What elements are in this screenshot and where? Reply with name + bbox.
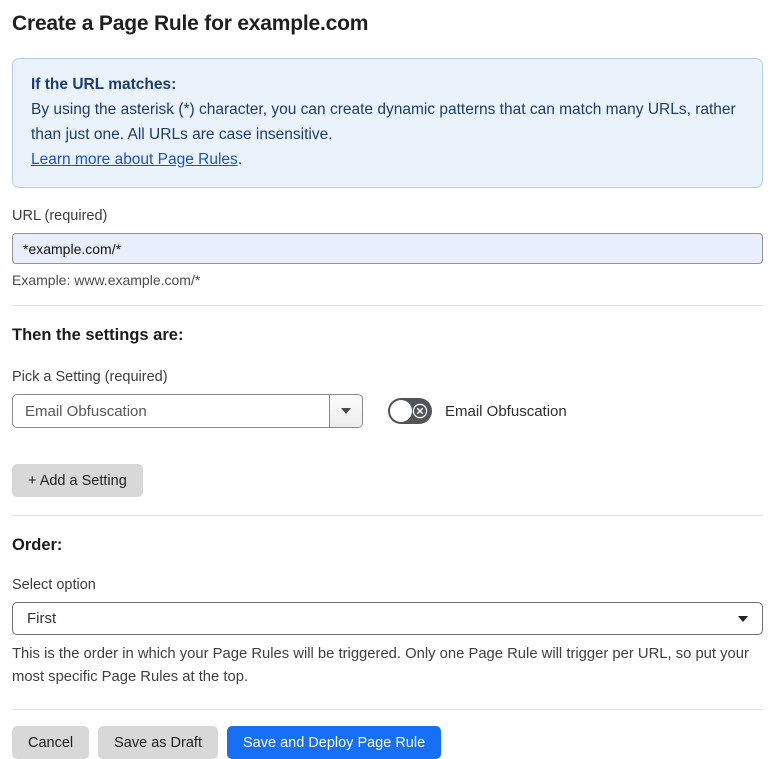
settings-section-heading: Then the settings are:: [12, 326, 184, 344]
link-period: .: [237, 151, 243, 168]
setting-dropdown-value: Email Obfuscation: [25, 402, 147, 420]
order-select[interactable]: First: [12, 602, 763, 635]
chevron-down-icon: [738, 615, 748, 622]
url-input[interactable]: [12, 233, 763, 264]
info-box-heading: If the URL matches:: [31, 76, 177, 93]
toggle-label: Email Obfuscation: [445, 402, 567, 420]
setting-dropdown-arrow-button[interactable]: [329, 395, 362, 427]
divider: [12, 305, 763, 306]
email-obfuscation-toggle[interactable]: [388, 398, 432, 424]
setting-dropdown[interactable]: Email Obfuscation: [12, 394, 363, 428]
url-field-label: URL (required): [12, 208, 108, 224]
order-helper-text: This is the order in which your Page Rul…: [12, 646, 749, 685]
url-example-helper: Example: www.example.com/*: [12, 272, 201, 288]
cancel-button[interactable]: Cancel: [12, 726, 90, 759]
info-box-link-line: Learn more about Page Rules.: [31, 147, 744, 172]
order-select-value: First: [27, 610, 57, 627]
save-as-draft-button[interactable]: Save as Draft: [98, 726, 218, 759]
learn-more-link[interactable]: Learn more about Page Rules: [31, 151, 238, 168]
info-box-body: By using the asterisk (*) character, you…: [31, 101, 736, 143]
caret-down-icon: [341, 408, 351, 414]
toggle-knob: [390, 400, 412, 422]
add-setting-button[interactable]: + Add a Setting: [12, 464, 143, 497]
order-select-label: Select option: [12, 577, 96, 593]
save-and-deploy-button[interactable]: Save and Deploy Page Rule: [226, 726, 442, 759]
page-rule-form: Create a Page Rule for example.com If th…: [0, 0, 775, 759]
divider: [12, 515, 763, 516]
order-section-heading: Order:: [12, 536, 63, 554]
page-title: Create a Page Rule for example.com: [12, 12, 369, 35]
url-match-info-box: If the URL matches: By using the asteris…: [12, 58, 763, 188]
divider: [12, 709, 763, 710]
setting-controls-row: Email Obfuscation Email Obfuscation: [12, 394, 763, 428]
footer-actions: Cancel Save as Draft Save and Deploy Pag…: [12, 726, 763, 759]
pick-setting-label: Pick a Setting (required): [12, 369, 168, 385]
toggle-off-x-icon: [412, 403, 428, 419]
